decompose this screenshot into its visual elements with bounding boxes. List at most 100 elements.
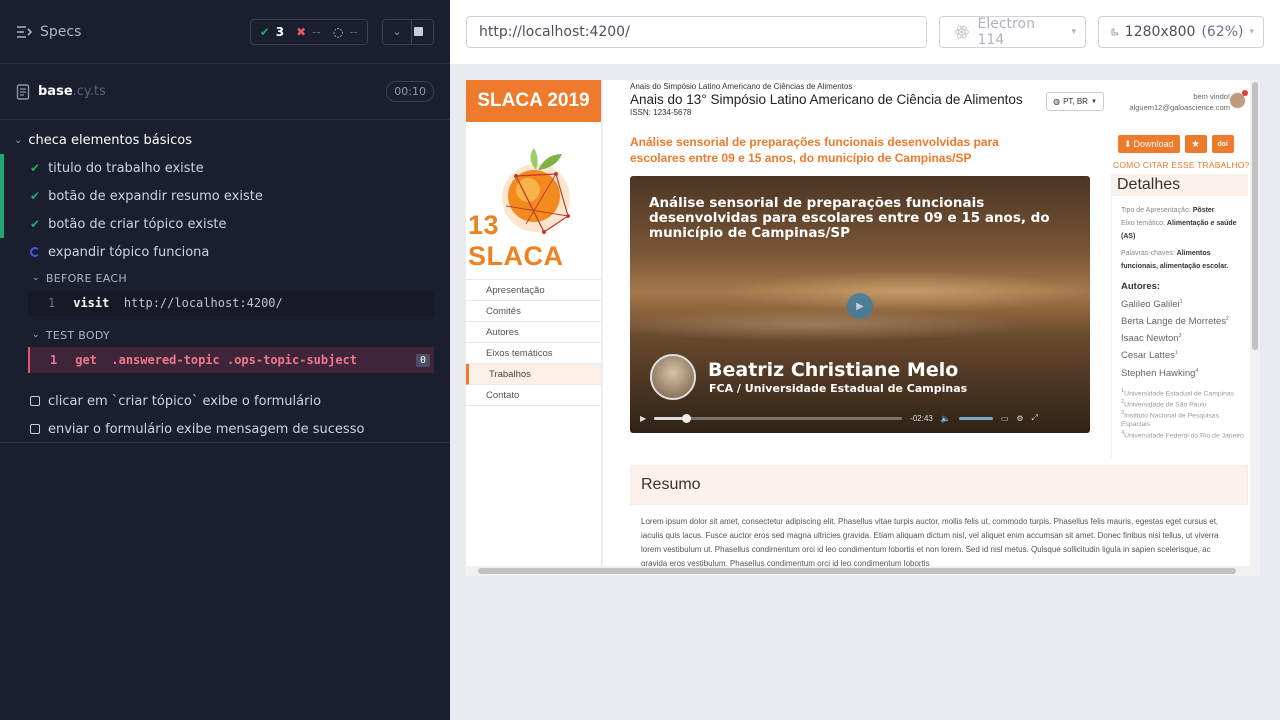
test-row[interactable]: ✔ botão de expandir resumo existe xyxy=(0,182,450,210)
nav-eixos-tematicos[interactable]: Eixos temáticos xyxy=(466,343,601,364)
author-item[interactable]: Cesar Lattes1 xyxy=(1112,346,1248,363)
pending-icon xyxy=(30,424,40,434)
viewport-info[interactable]: 1280x800 (62%) ▾ xyxy=(1098,16,1264,48)
check-icon: ✔ xyxy=(30,217,41,231)
spec-file-header: base.cy.ts 00:10 xyxy=(0,64,450,120)
pending-count: -- xyxy=(349,24,358,39)
command-arg: .answered-topic .ops-topic-subject xyxy=(111,353,358,367)
electron-icon xyxy=(954,25,970,39)
volume-slider[interactable] xyxy=(958,416,993,420)
nav-autores[interactable]: Autores xyxy=(466,322,601,343)
notification-dot xyxy=(1242,90,1248,96)
header-issn: ISSN: 1234-5678 xyxy=(630,108,692,117)
progress-handle[interactable] xyxy=(682,413,692,423)
nav-trabalhos[interactable]: Trabalhos xyxy=(466,364,601,385)
affiliation-item: 3Instituto Nacional de Pesquisas Espacia… xyxy=(1121,410,1219,428)
suite-row[interactable]: ⌄ checa elementos básicos xyxy=(0,126,450,154)
chevron-down-icon: ⌄ xyxy=(32,273,40,283)
test-row[interactable]: ✔ botão de criar tópico existe xyxy=(0,210,450,238)
welcome-text: bem vindo! xyxy=(1193,92,1230,101)
abstract-heading[interactable]: Resumo xyxy=(630,465,1248,505)
details-panel: Detalhes Tipo de Apresentação: Pôster Ei… xyxy=(1111,174,1248,458)
aut-toolbar: http://localhost:4200/ Electron 114 ▾ 12… xyxy=(450,0,1280,64)
affiliation-item: 1Universidade Estadual de Campinas xyxy=(1121,387,1235,398)
hook-label: TEST BODY xyxy=(45,328,111,342)
pending-icon: ◌ xyxy=(332,24,344,39)
command-visit[interactable]: 1 visit http://localhost:4200/ xyxy=(28,290,434,316)
play-icon[interactable]: ▶ xyxy=(847,293,873,319)
affiliation-item: 2Universidade de São Paulo xyxy=(1121,399,1207,409)
cite-link[interactable]: COMO CITAR ESSE TRABALHO? xyxy=(1113,160,1249,170)
command-name: get xyxy=(75,353,97,367)
test-body-hook[interactable]: ⌄ TEST BODY xyxy=(0,323,450,347)
spinner-icon xyxy=(30,247,40,257)
caret-down-icon: ▼ xyxy=(1090,98,1097,105)
specs-toggle[interactable]: Specs xyxy=(16,24,81,40)
chevron-down-icon: ⌄ xyxy=(14,134,23,146)
hook-label: BEFORE EACH xyxy=(45,271,127,285)
abstract-section: Resumo Lorem ipsum dolor sit amet, conse… xyxy=(630,465,1248,576)
event-logo: 13 SLACA xyxy=(466,122,601,272)
chevron-down-icon: ▾ xyxy=(1249,27,1254,37)
nav-contato[interactable]: Contato xyxy=(466,385,601,406)
author-item[interactable]: Galileo Galilei1 xyxy=(1112,295,1248,312)
stop-button[interactable] xyxy=(404,18,434,45)
test-row-running[interactable]: expandir tópico funciona xyxy=(0,238,450,266)
author-item[interactable]: Berta Lange de Morretes2 xyxy=(1112,312,1248,329)
test-row-pending[interactable]: clicar em `criar tópico` exibe o formulá… xyxy=(0,387,450,415)
passed-icon: ✔ xyxy=(259,24,270,39)
check-icon: ✔ xyxy=(30,161,41,175)
doi-icon: doi xyxy=(1217,140,1228,148)
video-progress[interactable] xyxy=(654,413,903,423)
browser-name: Electron 114 xyxy=(977,16,1035,48)
video-controls: ▶ -02:43 🔈 ▭ ⚙ ⤢ xyxy=(630,403,1090,433)
test-row-pending[interactable]: enviar o formulário exibe mensagem de su… xyxy=(0,415,450,443)
ruler-icon xyxy=(1111,28,1119,36)
vertical-scrollbar[interactable] xyxy=(1250,80,1260,566)
play-button[interactable]: ▶ xyxy=(640,414,646,423)
specs-menu-icon xyxy=(17,25,32,38)
author-item[interactable]: Isaac Newton3 xyxy=(1112,329,1248,346)
browser-selector[interactable]: Electron 114 ▾ xyxy=(939,16,1086,48)
author-item[interactable]: Stephen Hawking4 xyxy=(1112,364,1248,381)
video-time: -02:43 xyxy=(910,413,933,423)
stop-icon xyxy=(414,27,423,36)
divider xyxy=(0,442,450,443)
captions-icon[interactable]: ▭ xyxy=(1001,414,1009,423)
test-title: enviar o formulário exibe mensagem de su… xyxy=(48,421,365,437)
video-player[interactable]: Análise sensorial de preparações funcion… xyxy=(630,176,1090,433)
before-each-hook[interactable]: ⌄ BEFORE EACH xyxy=(0,266,450,290)
horizontal-scrollbar[interactable] xyxy=(466,566,1260,576)
header-title: Anais do 13° Simpósio Latino Americano d… xyxy=(630,92,1023,107)
test-title: clicar em `criar tópico` exibe o formulá… xyxy=(48,393,322,409)
spec-file-name: base xyxy=(38,84,73,99)
fullscreen-icon[interactable]: ⤢ xyxy=(1032,413,1038,423)
volume-icon[interactable]: 🔈 xyxy=(941,414,951,423)
viewport-zoom: (62%) xyxy=(1201,24,1244,40)
reporter-header: Specs ✔ 3 ✖ -- ◌ -- ⌄ xyxy=(0,0,450,64)
user-greeting: bem vindo! alguem12@galoascience.com xyxy=(1129,91,1230,113)
nav-comites[interactable]: Comitês xyxy=(466,301,601,322)
failed-icon: ✖ xyxy=(296,24,307,39)
site-sidebar: SLACA 2019 13 SLACA Apresentação Comitês… xyxy=(466,80,603,566)
url-bar[interactable]: http://localhost:4200/ xyxy=(466,16,927,48)
language-selector[interactable]: ◍ PT, BR ▼ xyxy=(1046,92,1104,111)
detail-keywords: Palavras-chaves: Alimentos funcionais, a… xyxy=(1121,250,1229,270)
gear-icon[interactable]: ⚙ xyxy=(1016,414,1023,423)
globe-icon: ◍ xyxy=(1053,97,1061,106)
nav-apresentacao[interactable]: Apresentação xyxy=(466,280,601,301)
command-get[interactable]: 1 get .answered-topic .ops-topic-subject… xyxy=(28,347,434,373)
presenter-affiliation: FCA / Universidade Estadual de Campinas xyxy=(709,382,968,395)
favorite-button[interactable]: ★ xyxy=(1184,135,1207,153)
download-label: Download xyxy=(1133,139,1174,149)
article-title: Análise sensorial de preparações funcion… xyxy=(630,135,999,165)
site-frame: SLACA 2019 13 SLACA Apresentação Comitês… xyxy=(466,80,1260,576)
failed-count: -- xyxy=(312,24,321,39)
doi-button[interactable]: doi xyxy=(1211,135,1234,153)
download-button[interactable]: ⬇ Download xyxy=(1118,135,1180,153)
command-arg: http://localhost:4200/ xyxy=(123,296,283,310)
test-row[interactable]: ✔ titulo do trabalho existe xyxy=(0,154,450,182)
affiliation-item: 4Universidade Federal do Rio de Janeiro xyxy=(1121,429,1244,439)
site-brand[interactable]: SLACA 2019 xyxy=(466,80,601,122)
test-title: expandir tópico funciona xyxy=(48,244,210,260)
